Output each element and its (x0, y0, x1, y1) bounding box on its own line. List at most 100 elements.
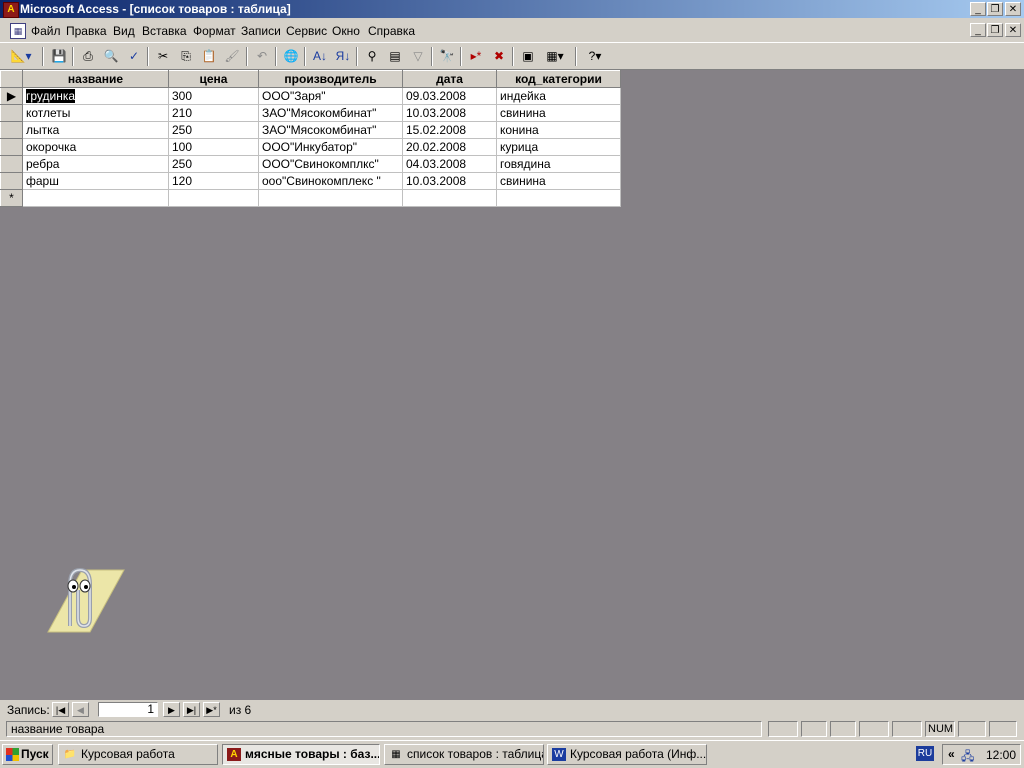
design-view-icon[interactable]: 📐▾ (8, 47, 34, 66)
sort-ascending-icon[interactable]: A↓ (310, 47, 330, 66)
next-record-button[interactable]: ▶ (163, 702, 180, 717)
table-cell[interactable] (402, 189, 497, 207)
save-icon[interactable]: 💾 (49, 47, 69, 66)
start-button[interactable]: Пуск (2, 744, 53, 765)
table-cell[interactable]: лытка (22, 121, 169, 139)
column-header[interactable]: дата (402, 70, 497, 88)
table-cell[interactable]: ооо"Свинокомплекс " (258, 172, 403, 190)
table-cell[interactable]: ООО"Инкубатор" (258, 138, 403, 156)
task-button-database[interactable]: A мясные товары : баз... (222, 744, 380, 765)
table-cell[interactable] (258, 189, 403, 207)
cut-icon[interactable]: ✂ (153, 47, 173, 66)
column-header[interactable]: цена (168, 70, 259, 88)
new-record-icon[interactable]: ▸* (466, 47, 486, 66)
find-icon[interactable]: 🔭 (437, 47, 457, 66)
delete-record-icon[interactable]: ✖ (489, 47, 509, 66)
table-cell[interactable]: фарш (22, 172, 169, 190)
format-painter-icon[interactable]: 🖌 (222, 47, 242, 66)
table-cell[interactable]: 210 (168, 104, 259, 122)
menu-records[interactable]: Записи (241, 24, 281, 38)
access-app-icon[interactable]: A (3, 2, 19, 18)
record-selector[interactable] (0, 104, 23, 122)
clock[interactable]: 12:00 (986, 748, 1016, 762)
close-button[interactable]: ✕ (1005, 2, 1021, 16)
new-record-marker[interactable]: * (0, 189, 23, 207)
task-button-word[interactable]: W Курсовая работа (Инф... (547, 744, 707, 765)
menu-insert[interactable]: Вставка (142, 24, 187, 38)
table-cell[interactable]: ребра (22, 155, 169, 173)
new-object-icon[interactable]: ▦▾ (541, 47, 569, 66)
table-cell[interactable]: 04.03.2008 (402, 155, 497, 173)
column-header[interactable]: код_категории (496, 70, 621, 88)
table-cell[interactable]: ООО"Заря" (258, 87, 403, 105)
table-cell[interactable]: 15.02.2008 (402, 121, 497, 139)
table-cell[interactable]: 09.03.2008 (402, 87, 497, 105)
first-record-button[interactable]: |◀ (52, 702, 69, 717)
table-cell[interactable]: ЗАО"Мясокомбинат" (258, 104, 403, 122)
table-cell[interactable]: 100 (168, 138, 259, 156)
office-assistant-clippy[interactable] (30, 562, 130, 634)
table-cell[interactable]: 20.02.2008 (402, 138, 497, 156)
apply-filter-icon[interactable]: ▽ (408, 47, 428, 66)
language-indicator[interactable]: RU (916, 746, 934, 761)
menu-view[interactable]: Вид (113, 24, 135, 38)
record-selector[interactable] (0, 155, 23, 173)
menu-help[interactable]: Справка (368, 24, 415, 38)
table-cell[interactable]: 10.03.2008 (402, 104, 497, 122)
table-cell[interactable]: свинина (496, 172, 621, 190)
column-header[interactable]: название (22, 70, 169, 88)
document-window-icon[interactable]: ▦ (10, 23, 26, 39)
spelling-icon[interactable]: ✓ (124, 47, 144, 66)
table-cell[interactable]: индейка (496, 87, 621, 105)
doc-close-button[interactable]: ✕ (1005, 23, 1021, 37)
help-icon[interactable]: ?▾ (581, 47, 609, 66)
table-cell[interactable]: 250 (168, 121, 259, 139)
table-cell[interactable]: 120 (168, 172, 259, 190)
column-header[interactable]: производитель (258, 70, 403, 88)
print-preview-icon[interactable]: 🔍 (101, 47, 121, 66)
tray-expand-icon[interactable]: « (948, 747, 955, 761)
new-record-nav-button[interactable]: ▶* (203, 702, 220, 717)
table-cell[interactable]: 10.03.2008 (402, 172, 497, 190)
doc-minimize-button[interactable]: _ (970, 23, 986, 37)
table-cell[interactable]: 250 (168, 155, 259, 173)
table-cell[interactable] (22, 189, 169, 207)
copy-icon[interactable]: ⎘ (176, 47, 196, 66)
table-cell[interactable]: конина (496, 121, 621, 139)
menu-window[interactable]: Окно (332, 24, 360, 38)
network-icon[interactable]: 🖧 (961, 747, 974, 768)
menu-format[interactable]: Формат (193, 24, 236, 38)
select-all-corner[interactable] (0, 70, 23, 88)
menu-edit[interactable]: Правка (66, 24, 107, 38)
menu-file[interactable]: Файл (31, 24, 61, 38)
table-cell[interactable]: окорочка (22, 138, 169, 156)
table-cell[interactable] (496, 189, 621, 207)
minimize-button[interactable]: _ (970, 2, 986, 16)
task-button-folder[interactable]: 📁 Курсовая работа (58, 744, 218, 765)
sort-descending-icon[interactable]: Я↓ (333, 47, 353, 66)
table-cell[interactable]: грудинка (22, 87, 169, 105)
print-icon[interactable]: ⎙ (78, 47, 98, 66)
task-button-table[interactable]: ▦ список товаров : таблица (384, 744, 544, 765)
hyperlink-icon[interactable]: 🌐 (281, 47, 301, 66)
database-window-icon[interactable]: ▣ (518, 47, 538, 66)
undo-icon[interactable]: ↶ (252, 47, 272, 66)
table-cell[interactable]: свинина (496, 104, 621, 122)
table-cell[interactable]: ЗАО"Мясокомбинат" (258, 121, 403, 139)
record-selector[interactable] (0, 121, 23, 139)
previous-record-button[interactable]: ◀ (72, 702, 89, 717)
table-cell[interactable]: курица (496, 138, 621, 156)
table-cell[interactable]: котлеты (22, 104, 169, 122)
table-cell[interactable]: 300 (168, 87, 259, 105)
record-number-input[interactable]: 1 (98, 702, 158, 717)
last-record-button[interactable]: ▶| (183, 702, 200, 717)
table-cell[interactable]: говядина (496, 155, 621, 173)
current-record-marker[interactable]: ▶ (0, 87, 23, 105)
filter-by-form-icon[interactable]: ▤ (385, 47, 405, 66)
menu-tools[interactable]: Сервис (286, 24, 327, 38)
table-cell[interactable] (168, 189, 259, 207)
filter-by-selection-icon[interactable]: ⚲ (362, 47, 382, 66)
paste-icon[interactable]: 📋 (199, 47, 219, 66)
restore-button[interactable]: ❐ (987, 2, 1003, 16)
doc-restore-button[interactable]: ❐ (987, 23, 1003, 37)
